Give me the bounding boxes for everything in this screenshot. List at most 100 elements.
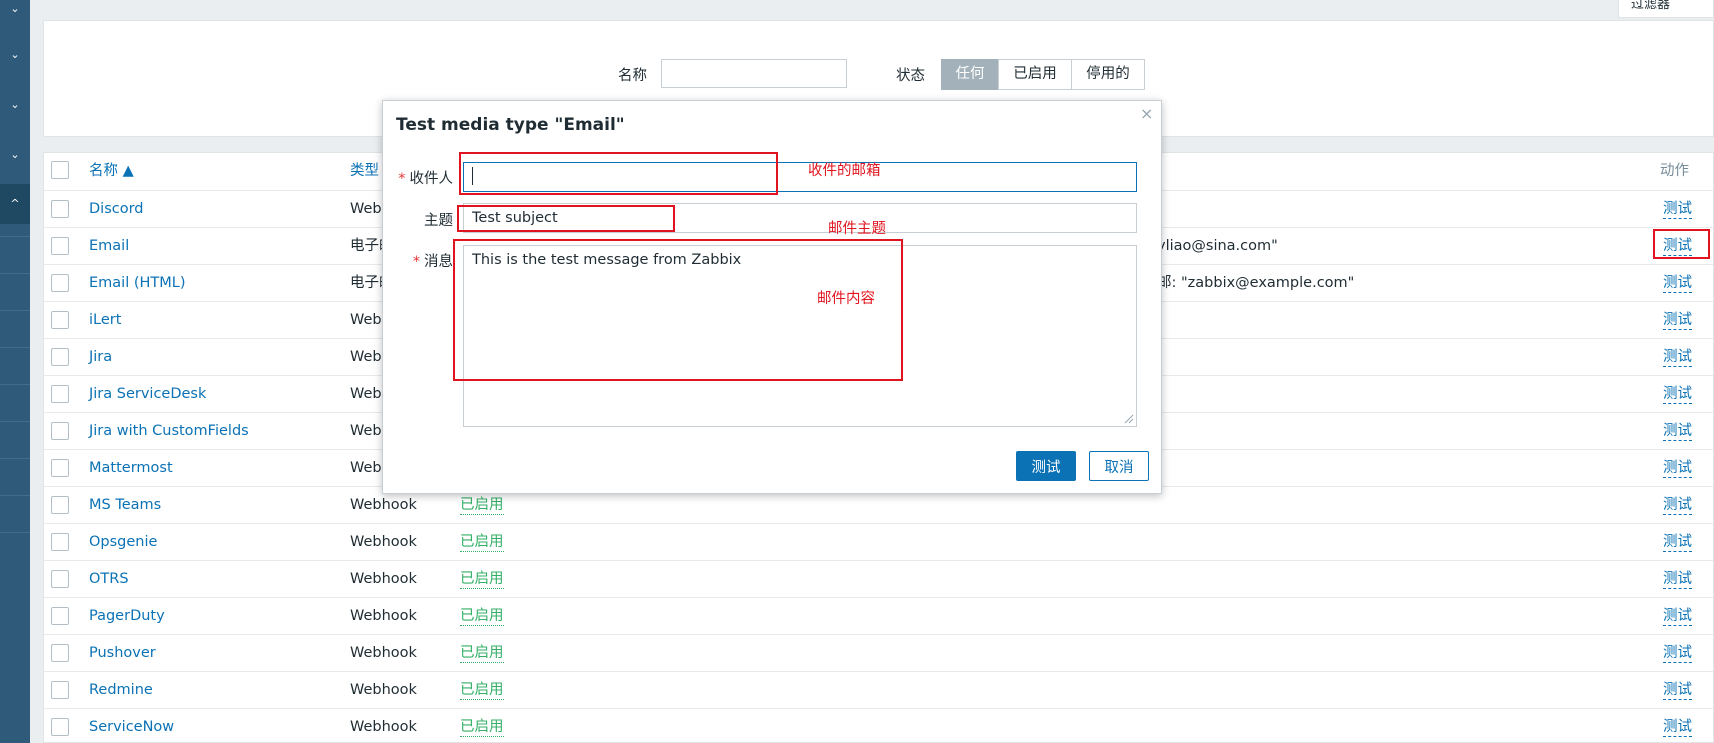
annotation-box-subject [457,205,675,232]
chevron-down-icon[interactable]: ⌄ [0,48,30,61]
test-action-link[interactable]: 测试 [1663,201,1692,219]
sidebar-divider [0,532,30,533]
media-type-name-link[interactable]: Email [89,228,129,265]
filter-status-label: 状态 [896,68,925,84]
sidebar: ⌄ ⌄ ⌄ ⌄ ^ [0,0,30,743]
status-toggle-link[interactable]: 已启用 [460,608,504,626]
media-type-type: Webhook [350,682,417,698]
test-action-link[interactable]: 测试 [1663,645,1692,663]
chevron-down-icon[interactable]: ⌄ [0,2,30,15]
media-type-name-link[interactable]: Email (HTML) [89,265,186,302]
annotation-box-test-link [1653,229,1710,259]
annotation-box-recipient [459,152,778,195]
test-button[interactable]: 测试 [1016,451,1076,481]
media-type-name-link[interactable]: ServiceNow [89,709,174,742]
row-checkbox[interactable] [51,459,69,477]
annotation-subject-note: 邮件主题 [828,221,886,237]
row-checkbox[interactable] [51,311,69,329]
sidebar-divider [0,384,30,385]
media-type-name-link[interactable]: OTRS [89,561,129,598]
test-action-link[interactable]: 测试 [1663,534,1692,552]
chevron-up-icon[interactable]: ^ [0,184,30,224]
row-checkbox[interactable] [51,348,69,366]
media-type-name-link[interactable]: PagerDuty [89,598,165,635]
row-checkbox[interactable] [51,237,69,255]
row-checkbox[interactable] [51,422,69,440]
chevron-down-icon[interactable]: ⌄ [0,98,30,111]
media-type-name-link[interactable]: iLert [89,302,121,339]
row-checkbox[interactable] [51,644,69,662]
row-checkbox[interactable] [51,607,69,625]
test-action-link[interactable]: 测试 [1663,682,1692,700]
status-toggle-link[interactable]: 已启用 [460,645,504,663]
status-toggle-link[interactable]: 已启用 [460,534,504,552]
annotation-recipient-note: 收件的邮箱 [808,163,881,179]
message-label: * 消息 [412,254,453,270]
annotation-message-note: 邮件内容 [817,291,875,307]
status-disabled-option[interactable]: 停用的 [1071,59,1145,90]
row-checkbox[interactable] [51,200,69,218]
media-type-name-link[interactable]: Mattermost [89,450,173,487]
status-any-option[interactable]: 任何 [941,59,999,90]
close-icon[interactable]: × [1140,104,1153,123]
media-type-name-link[interactable]: MS Teams [89,487,161,524]
test-action-link[interactable]: 测试 [1663,386,1692,404]
status-enabled-option[interactable]: 已启用 [998,59,1072,90]
test-action-link[interactable]: 测试 [1663,460,1692,478]
row-checkbox[interactable] [51,570,69,588]
table-row: OTRS Webhook 已启用 测试 [44,560,1713,598]
filter-name-label: 名称 [618,68,647,84]
resize-grip-icon[interactable] [1124,414,1134,424]
media-type-name-link[interactable]: Opsgenie [89,524,157,561]
dialog-title: Test media type "Email" [396,115,625,135]
media-type-details: 邮: "zabbix@example.com" [1157,275,1355,291]
column-header-name[interactable]: 名称 ▲ [89,153,134,190]
media-type-name-link[interactable]: Jira with CustomFields [89,413,249,450]
media-type-type: Webhook [350,571,417,587]
table-row: PagerDuty Webhook 已启用 测试 [44,597,1713,635]
row-checkbox[interactable] [51,496,69,514]
annotation-box-message [453,239,903,381]
test-action-link[interactable]: 测试 [1663,571,1692,589]
subject-label: 主题 [424,213,453,229]
sidebar-divider [0,421,30,422]
media-type-type: Webhook [350,645,417,661]
test-action-link[interactable]: 测试 [1663,312,1692,330]
media-type-name-link[interactable]: Discord [89,191,144,228]
media-type-name-link[interactable]: Jira [89,339,112,376]
row-checkbox[interactable] [51,274,69,292]
sidebar-divider [0,458,30,459]
filter-tab[interactable]: 过滤器 [1618,0,1714,18]
media-type-type: Webhook [350,534,417,550]
recipient-label: * 收件人 [398,171,453,187]
status-toggle-link[interactable]: 已启用 [460,682,504,700]
cancel-button[interactable]: 取消 [1089,451,1149,481]
row-checkbox[interactable] [51,718,69,736]
row-checkbox[interactable] [51,681,69,699]
test-action-link[interactable]: 测试 [1663,608,1692,626]
status-toggle-link[interactable]: 已启用 [460,571,504,589]
media-type-details: yliao@sina.com" [1157,238,1278,254]
test-action-link[interactable]: 测试 [1663,497,1692,515]
media-type-name-link[interactable]: Redmine [89,672,153,709]
media-type-name-link[interactable]: Jira ServiceDesk [89,376,206,413]
test-action-link[interactable]: 测试 [1663,423,1692,441]
filter-name-input[interactable] [661,59,847,88]
sidebar-divider [0,273,30,274]
status-toggle-link[interactable]: 已启用 [460,497,504,515]
test-action-link[interactable]: 测试 [1663,349,1692,367]
row-checkbox[interactable] [51,533,69,551]
table-row: Opsgenie Webhook 已启用 测试 [44,523,1713,561]
chevron-down-icon[interactable]: ⌄ [0,148,30,161]
test-action-link[interactable]: 测试 [1663,275,1692,293]
test-action-link[interactable]: 测试 [1663,719,1692,737]
status-toggle-link[interactable]: 已启用 [460,719,504,737]
media-type-name-link[interactable]: Pushover [89,635,156,672]
column-header-type[interactable]: 类型 [350,153,379,190]
sidebar-divider [0,495,30,496]
row-checkbox[interactable] [51,385,69,403]
sidebar-divider [0,310,30,311]
sidebar-divider [0,347,30,348]
select-all-checkbox[interactable] [51,161,69,179]
table-row: Pushover Webhook 已启用 测试 [44,634,1713,672]
